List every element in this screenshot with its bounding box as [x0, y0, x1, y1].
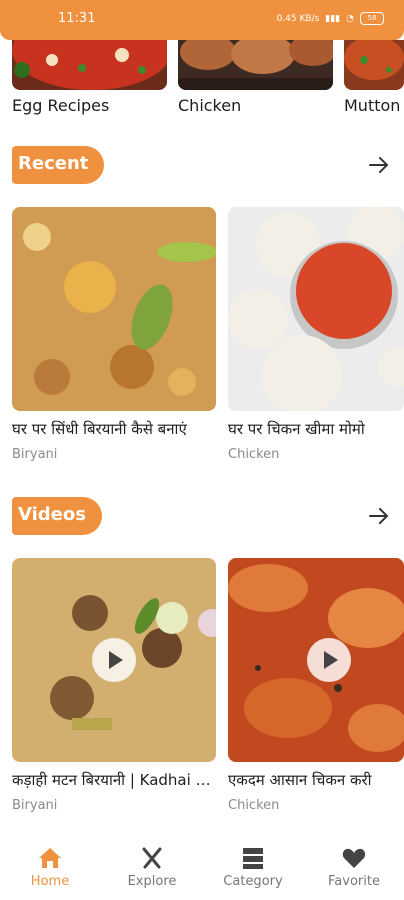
battery-icon: 58	[360, 12, 384, 25]
signal-icon: ▮▮▮	[325, 13, 341, 24]
videos-see-all-arrow-icon[interactable]	[368, 505, 390, 527]
recipe-thumbnail	[12, 207, 216, 411]
videos-section-title: Videos	[12, 497, 102, 535]
category-image	[344, 40, 404, 90]
nav-favorite[interactable]: Favorite	[304, 846, 404, 889]
nav-explore-label: Explore	[127, 874, 177, 889]
recipe-category: Biryani	[12, 447, 58, 462]
recent-card-1[interactable]: घर पर सिंधी बिरयानी कैसे बनाएं Biryani	[12, 207, 216, 462]
status-time: 11:31	[58, 11, 96, 26]
nav-category[interactable]: Category	[203, 846, 303, 889]
play-icon[interactable]	[307, 638, 351, 682]
category-label: Egg Recipes	[12, 96, 110, 115]
nav-home[interactable]: Home	[0, 846, 100, 889]
video-thumbnail	[12, 558, 216, 762]
category-label: Mutton	[344, 96, 401, 115]
category-image	[178, 40, 333, 90]
category-icon	[243, 848, 263, 869]
video-title: एकदम आसान चिकन करी	[228, 771, 372, 789]
recent-section-title: Recent	[12, 146, 105, 184]
category-egg-recipes[interactable]: Egg Recipes	[12, 40, 167, 115]
nav-category-label: Category	[223, 874, 283, 889]
recipe-title: घर पर चिकन खीमा मोमो	[228, 420, 365, 438]
recipe-thumbnail	[228, 207, 404, 411]
home-icon	[39, 848, 61, 868]
category-image	[12, 40, 167, 90]
recent-card-2[interactable]: घर पर चिकन खीमा मोमो Chicken	[228, 207, 404, 462]
nav-explore[interactable]: Explore	[102, 846, 202, 889]
status-bar: 11:31 0.45 KB/s ▮▮▮ ◔ 58	[0, 0, 404, 40]
fork-knife-icon	[142, 847, 162, 869]
recipe-title: घर पर सिंधी बिरयानी कैसे बनाएं	[12, 420, 187, 438]
heart-icon	[342, 848, 366, 868]
bottom-navigation: Home Explore Category Favorite	[0, 838, 404, 900]
status-icons: 0.45 KB/s ▮▮▮ ◔ 58	[277, 12, 384, 25]
video-card-1[interactable]: कड़ाही मटन बिरयानी | Kadhai Mutton Birya…	[12, 558, 216, 813]
video-thumbnail	[228, 558, 404, 762]
play-icon[interactable]	[92, 638, 136, 682]
wifi-icon: ◔	[346, 13, 354, 24]
category-chicken[interactable]: Chicken	[178, 40, 333, 115]
network-speed: 0.45 KB/s	[276, 13, 320, 24]
video-category: Chicken	[228, 798, 280, 813]
category-mutton[interactable]: Mutton	[344, 40, 404, 115]
nav-favorite-label: Favorite	[328, 874, 380, 889]
recent-see-all-arrow-icon[interactable]	[368, 154, 390, 176]
nav-home-label: Home	[30, 874, 70, 889]
video-category: Biryani	[12, 798, 58, 813]
category-label: Chicken	[178, 96, 242, 115]
video-card-2[interactable]: एकदम आसान चिकन करी Chicken	[228, 558, 404, 813]
recipe-category: Chicken	[228, 447, 280, 462]
video-title: कड़ाही मटन बिरयानी | Kadhai Mutton Birya…	[12, 771, 216, 789]
